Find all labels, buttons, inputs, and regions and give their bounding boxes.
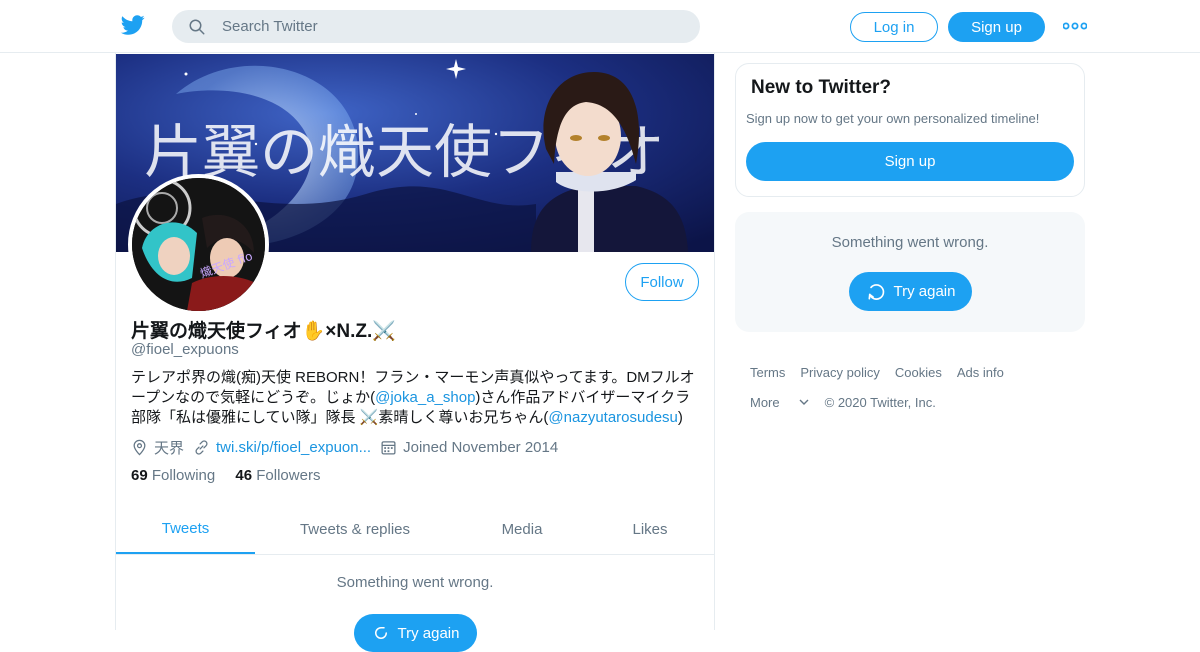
more-dots-icon[interactable] <box>1063 22 1087 30</box>
following-count-link[interactable]: 69 Following <box>131 467 215 484</box>
signup-button[interactable]: Sign up <box>948 12 1045 42</box>
profile-meta: 天界 twi.ski/p/fioel_expuon... Joined Nove… <box>131 436 567 458</box>
profile-handle: @fioel_expuons <box>131 341 239 358</box>
footer: Terms Privacy policy Cookies Ads info Mo… <box>750 363 1080 423</box>
footer-link-privacy[interactable]: Privacy policy <box>800 365 879 380</box>
retry-icon <box>374 627 387 639</box>
top-bar: Log in Sign up <box>0 0 1200 53</box>
bio-text: ) <box>677 409 683 426</box>
profile-counts: 69 Following 46 Followers <box>131 467 336 484</box>
footer-copyright: © 2020 Twitter, Inc. <box>824 394 936 410</box>
footer-link-ads-info[interactable]: Ads info <box>957 365 1004 380</box>
footer-more-menu[interactable]: More <box>750 395 810 410</box>
new-to-twitter-title: New to Twitter? <box>751 77 892 98</box>
new-to-twitter-desc: Sign up now to get your own personalized… <box>746 111 1040 126</box>
profile-tabs: Tweets Tweets & replies Media Likes <box>116 505 714 555</box>
footer-link-terms[interactable]: Terms <box>750 365 785 380</box>
follow-button[interactable]: Follow <box>625 263 699 301</box>
profile-website: twi.ski/p/fioel_expuon... <box>193 439 371 456</box>
tab-tweets-replies[interactable]: Tweets & replies <box>281 505 429 554</box>
sidebar-retry-button[interactable]: Try again <box>849 272 972 311</box>
login-button[interactable]: Log in <box>850 12 938 42</box>
sidebar-signup-button[interactable]: Sign up <box>746 142 1074 181</box>
bio-mention-link[interactable]: @joka_a_shop <box>375 389 475 406</box>
timeline-retry-button[interactable]: Try again <box>354 614 477 652</box>
tab-tweets[interactable]: Tweets <box>116 505 255 554</box>
calendar-icon <box>381 440 396 455</box>
new-to-twitter-card: New to Twitter? Sign up now to get your … <box>735 63 1085 197</box>
search-bar[interactable] <box>172 10 700 43</box>
search-input[interactable] <box>222 10 682 43</box>
footer-link-cookies[interactable]: Cookies <box>895 365 942 380</box>
sidebar-error-card: Something went wrong. Try again <box>735 212 1085 332</box>
bio-mention-link[interactable]: @nazyutarosudesu <box>548 409 677 426</box>
avatar-image: 熾天使 fio <box>132 178 265 311</box>
sidebar-error-message: Something went wrong. <box>831 234 989 251</box>
link-icon <box>195 439 208 455</box>
profile-avatar[interactable]: 熾天使 fio <box>128 174 269 315</box>
profile-bio: テレアポ界の熾(痴)天使 REBORN！フラン・マーモン声真似やってます。DMフ… <box>131 368 703 428</box>
profile-name: 片翼の熾天使フィオ✋×N.Z.⚔️ <box>131 321 396 342</box>
location-pin-icon <box>133 439 146 455</box>
tab-media[interactable]: Media <box>486 505 558 554</box>
profile-location: 天界 <box>131 437 184 458</box>
search-icon <box>189 19 205 35</box>
tab-likes[interactable]: Likes <box>616 505 684 554</box>
timeline-error-message: Something went wrong. <box>336 574 494 591</box>
website-link[interactable]: twi.ski/p/fioel_expuon... <box>216 439 371 456</box>
chevron-down-icon <box>799 399 809 405</box>
twitter-bird-icon[interactable] <box>120 13 146 37</box>
profile-joined: Joined November 2014 <box>380 439 558 456</box>
followers-count-link[interactable]: 46 Followers <box>235 467 320 484</box>
retry-icon <box>868 283 884 300</box>
